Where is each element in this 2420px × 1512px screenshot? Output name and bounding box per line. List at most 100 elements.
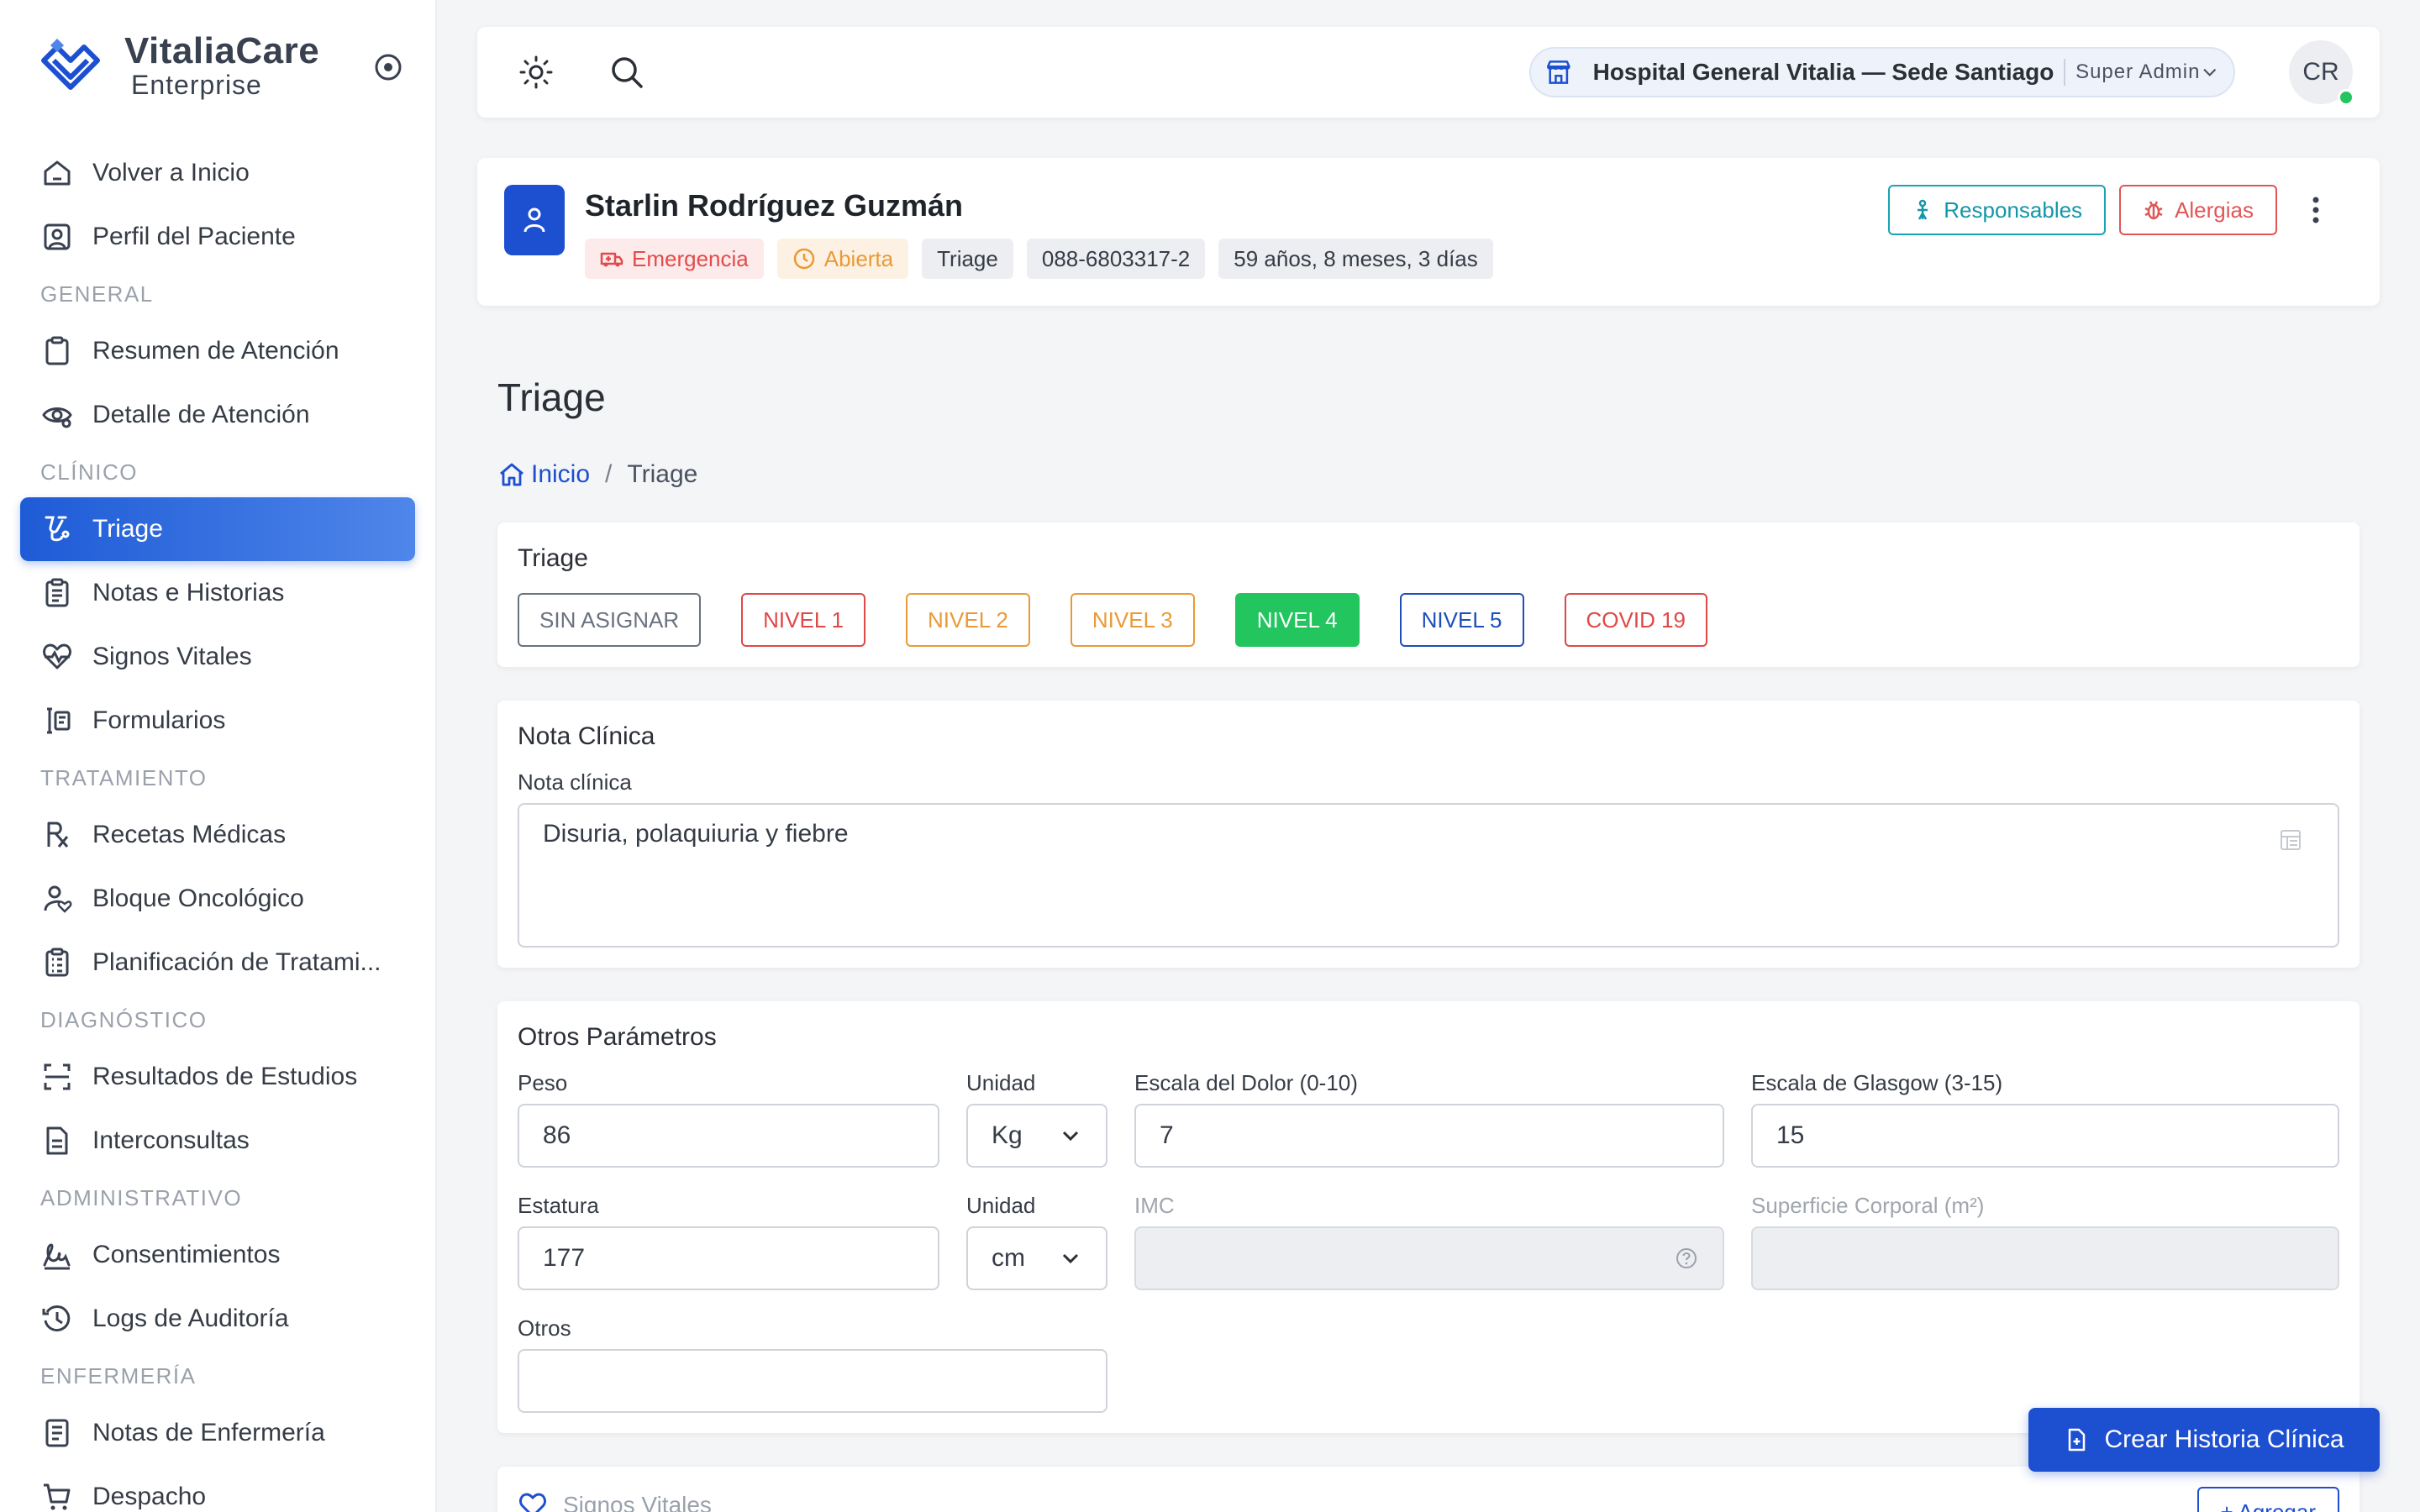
superficie-label: Superficie Corporal (m²) <box>1751 1193 1985 1218</box>
sidebar-item-label: Detalle de Atención <box>92 401 310 428</box>
unidad-peso-select[interactable]: Kg <box>966 1104 1107 1168</box>
building-icon <box>1546 60 1570 84</box>
status-label: Abierta <box>823 245 894 271</box>
responsables-button[interactable]: Responsables <box>1888 185 2107 235</box>
triage-level-1[interactable]: NIVEL 1 <box>741 593 866 647</box>
otros-input[interactable] <box>518 1349 1107 1413</box>
sidebar-item-detalle-atencion[interactable]: Detalle de Atención <box>20 383 415 447</box>
document-icon <box>46 1126 68 1155</box>
sidebar-item-signos-vitales[interactable]: Signos Vitales <box>20 625 415 689</box>
sidebar-item-recetas-medicas[interactable]: Recetas Médicas <box>20 803 415 867</box>
sidebar-item-logs-auditoria[interactable]: Logs de Auditoría <box>20 1287 415 1351</box>
triage-level-3[interactable]: NIVEL 3 <box>1070 593 1195 647</box>
file-plus-icon <box>2069 1428 2086 1452</box>
status-badge: Abierta <box>776 239 909 279</box>
sidebar-item-resumen-atencion[interactable]: Resumen de Atención <box>20 319 415 383</box>
sidebar-item-label: Logs de Auditoría <box>92 1305 289 1332</box>
help-circle-icon[interactable] <box>1674 1246 1699 1271</box>
create-clinical-history-button[interactable]: Crear Historia Clínica <box>2028 1408 2380 1472</box>
triage-card: Triage SIN ASIGNAR NIVEL 1 NIVEL 2 NIVEL… <box>497 522 2360 667</box>
estatura-value: 177 <box>543 1244 586 1272</box>
history-icon <box>42 1305 71 1332</box>
glasgow-input[interactable]: 15 <box>1751 1104 2339 1168</box>
template-icon[interactable] <box>2277 827 2304 853</box>
scan-icon <box>44 1063 71 1090</box>
peso-input[interactable]: 86 <box>518 1104 939 1168</box>
sidebar-item-label: Bloque Oncológico <box>92 885 304 912</box>
sidebar-item-volver-inicio[interactable]: Volver a Inicio <box>20 141 415 205</box>
sidebar-item-label: Resumen de Atención <box>92 337 339 365</box>
emergency-badge: Emergencia <box>585 239 764 279</box>
sidebar-item-triage[interactable]: Triage <box>20 497 415 561</box>
estatura-input[interactable]: 177 <box>518 1226 939 1290</box>
add-vital-button[interactable]: + Agregar <box>2196 1487 2339 1512</box>
user-heart-icon <box>44 885 72 913</box>
other-parameters-title: Otros Parámetros <box>518 1023 717 1051</box>
sidebar-item-notas-historias[interactable]: Notas e Historias <box>20 561 415 625</box>
more-vertical-icon[interactable] <box>2299 185 2333 235</box>
sidebar-item-label: Interconsultas <box>92 1126 250 1154</box>
imc-input <box>1134 1226 1724 1290</box>
triage-level-covid[interactable]: COVID 19 <box>1564 593 1708 647</box>
patient-actions: Responsables Alergias <box>1875 185 2333 235</box>
sidebar-item-resultados-estudios[interactable]: Resultados de Estudios <box>20 1045 415 1109</box>
sidebar-item-label: Formularios <box>92 706 226 734</box>
user-role: Super Admin <box>2075 60 2201 83</box>
alergias-button[interactable]: Alergias <box>2119 185 2277 235</box>
patient-age-badge: 59 años, 8 meses, 3 días <box>1218 239 1493 279</box>
sidebar-item-perfil-paciente[interactable]: Perfil del Paciente <box>20 205 415 269</box>
sidebar-item-notas-enfermeria[interactable]: Notas de Enfermería <box>20 1401 415 1465</box>
breadcrumb-current: Triage <box>627 460 698 488</box>
sidebar-item-despacho[interactable]: Despacho <box>20 1465 415 1512</box>
signature-icon <box>43 1243 71 1270</box>
sidebar-item-interconsultas[interactable]: Interconsultas <box>20 1109 415 1173</box>
triage-level-5[interactable]: NIVEL 5 <box>1399 593 1524 647</box>
estatura-label: Estatura <box>518 1193 599 1218</box>
emergency-label: Emergencia <box>632 245 749 271</box>
dolor-label: Escala del Dolor (0-10) <box>1134 1070 1358 1095</box>
online-status-dot <box>2338 89 2354 106</box>
patient-header: Starlin Rodríguez Guzmán Emergencia Abie… <box>477 158 2380 306</box>
sun-icon[interactable] <box>516 52 556 92</box>
dolor-input[interactable]: 7 <box>1134 1104 1724 1168</box>
sidebar-item-label: Signos Vitales <box>92 643 252 670</box>
glasgow-value: 15 <box>1776 1121 1805 1149</box>
triage-level-sin-asignar[interactable]: SIN ASIGNAR <box>518 593 702 647</box>
sidebar-item-consentimientos[interactable]: Consentimientos <box>20 1223 415 1287</box>
sidebar-item-label: Despacho <box>92 1483 207 1510</box>
brand-name: VitaliaCare <box>124 30 320 71</box>
glasgow-label: Escala de Glasgow (3-15) <box>1751 1070 2003 1095</box>
user-icon <box>523 207 545 233</box>
section-administrativo: ADMINISTRATIVO <box>40 1185 243 1210</box>
unidad-peso-value: Kg <box>992 1121 1023 1149</box>
ambulance-icon <box>600 252 623 267</box>
unidad-estatura-label: Unidad <box>966 1193 1036 1218</box>
section-tratamiento: TRATAMIENTO <box>40 765 208 790</box>
hospital-selector[interactable]: Hospital General Vitalia — Sede Santiago… <box>1529 47 2235 97</box>
sidebar-toggle-icon[interactable] <box>373 52 403 82</box>
sidebar-item-planificacion-tratamiento[interactable]: Planificación de Tratami... <box>20 931 415 995</box>
sidebar-item-label: Triage <box>92 515 163 543</box>
heart-pulse-icon <box>43 643 71 669</box>
sidebar-item-label: Notas e Historias <box>92 579 285 606</box>
imc-label: IMC <box>1134 1193 1175 1218</box>
brand[interactable]: VitaliaCare Enterprise <box>35 30 319 101</box>
vital-signs-header: Signos Vitales <box>518 1490 712 1512</box>
unidad-peso-label: Unidad <box>966 1070 1036 1095</box>
other-parameters-card: Otros Parámetros Peso 86 Unidad Kg Escal… <box>497 1001 2360 1433</box>
search-icon[interactable] <box>607 52 647 92</box>
clipboard-check-icon <box>45 948 69 977</box>
unidad-estatura-select[interactable]: cm <box>966 1226 1107 1290</box>
sidebar-item-formularios[interactable]: Formularios <box>20 689 415 753</box>
stethoscope-icon <box>45 516 70 542</box>
breadcrumb-home-link[interactable]: Inicio <box>497 460 590 489</box>
triage-level-4[interactable]: NIVEL 4 <box>1234 593 1360 647</box>
sidebar-item-bloque-oncologico[interactable]: Bloque Oncológico <box>20 867 415 931</box>
clinical-note-textarea[interactable]: Disuria, polaquiuria y fiebre <box>518 803 2339 948</box>
patient-tags: Emergencia Abierta Triage 088-6803317-2 … <box>585 239 1507 279</box>
chevron-down-icon <box>1062 1131 1079 1142</box>
topbar: Hospital General Vitalia — Sede Santiago… <box>477 27 2380 118</box>
triage-level-2[interactable]: NIVEL 2 <box>906 593 1030 647</box>
area-badge: Triage <box>922 239 1013 279</box>
clipboard-list-icon <box>45 578 69 607</box>
